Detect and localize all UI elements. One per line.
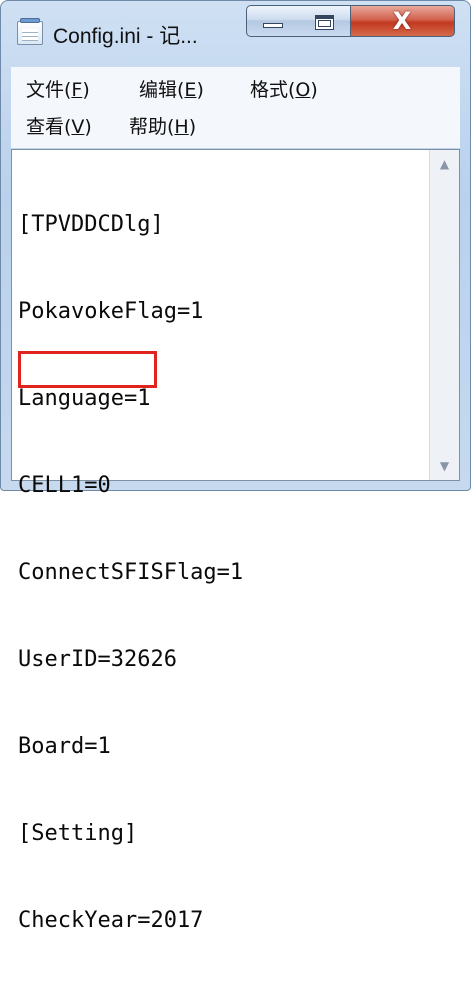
menu-format[interactable]: 格式(O) bbox=[250, 75, 318, 105]
title-bar[interactable]: Config.ini - 记... X bbox=[1, 1, 470, 63]
text-line-6: UserID=32626 bbox=[18, 647, 177, 672]
text-line-3: Language=1 bbox=[18, 386, 151, 411]
maximize-icon bbox=[315, 15, 334, 30]
text-content[interactable]: [TPVDDCDlg] PokavokeFlag=1 Language=1 CE… bbox=[18, 152, 425, 982]
text-line-2: PokavokeFlag=1 bbox=[18, 299, 204, 324]
text-editor[interactable]: [TPVDDCDlg] PokavokeFlag=1 Language=1 CE… bbox=[11, 149, 460, 933]
text-line-4: CELL1=0 bbox=[18, 473, 111, 498]
minimize-button[interactable] bbox=[246, 5, 300, 37]
menu-help[interactable]: 帮助(H) bbox=[129, 112, 196, 142]
notepad-window: Config.ini - 记... X 文件(F) 编辑(E) 格式(O) 查看… bbox=[0, 0, 471, 933]
text-line-7: Board=1 bbox=[18, 734, 111, 759]
menu-file[interactable]: 文件(F) bbox=[26, 75, 90, 105]
text-line-8: [Setting] bbox=[18, 821, 138, 846]
scroll-down-arrow-icon[interactable]: ▼ bbox=[430, 452, 459, 480]
text-line-5: ConnectSFISFlag=1 bbox=[18, 560, 244, 585]
minimize-icon bbox=[263, 23, 283, 28]
menu-file-label: 文件( bbox=[26, 79, 72, 101]
menu-format-suffix: ) bbox=[310, 79, 318, 101]
menu-view[interactable]: 查看(V) bbox=[26, 112, 92, 142]
menu-help-mnemonic: H bbox=[174, 116, 189, 138]
menu-format-mnemonic: O bbox=[295, 79, 311, 101]
text-line-1: [TPVDDCDlg] bbox=[18, 212, 164, 237]
menu-help-suffix: ) bbox=[188, 116, 197, 138]
menu-view-suffix: ) bbox=[84, 116, 92, 138]
menu-format-label: 格式( bbox=[250, 79, 296, 101]
scroll-up-arrow-icon[interactable]: ▲ bbox=[430, 150, 459, 178]
menu-help-label: 帮助( bbox=[129, 116, 175, 138]
vertical-scrollbar[interactable]: ▲ ▼ bbox=[429, 150, 459, 480]
menu-edit-suffix: ) bbox=[196, 79, 204, 101]
menu-edit[interactable]: 编辑(E) bbox=[139, 75, 204, 105]
highlight-annotation-box bbox=[18, 351, 157, 388]
menu-view-label: 查看( bbox=[26, 116, 72, 138]
window-title: Config.ini - 记... bbox=[53, 25, 198, 48]
notepad-icon[interactable] bbox=[17, 18, 43, 45]
menu-file-mnemonic: F bbox=[71, 79, 83, 101]
menu-edit-label: 编辑( bbox=[139, 79, 185, 101]
menu-edit-mnemonic: E bbox=[184, 79, 197, 101]
close-button[interactable]: X bbox=[351, 5, 455, 37]
menu-bar: 文件(F) 编辑(E) 格式(O) 查看(V) 帮助(H) bbox=[11, 67, 460, 148]
scroll-track[interactable] bbox=[430, 178, 459, 452]
menu-file-suffix: ) bbox=[82, 79, 90, 101]
menu-view-mnemonic: V bbox=[71, 116, 85, 138]
close-icon: X bbox=[392, 7, 412, 35]
text-line-9: CheckYear=2017 bbox=[18, 908, 204, 933]
maximize-button[interactable] bbox=[299, 5, 351, 37]
